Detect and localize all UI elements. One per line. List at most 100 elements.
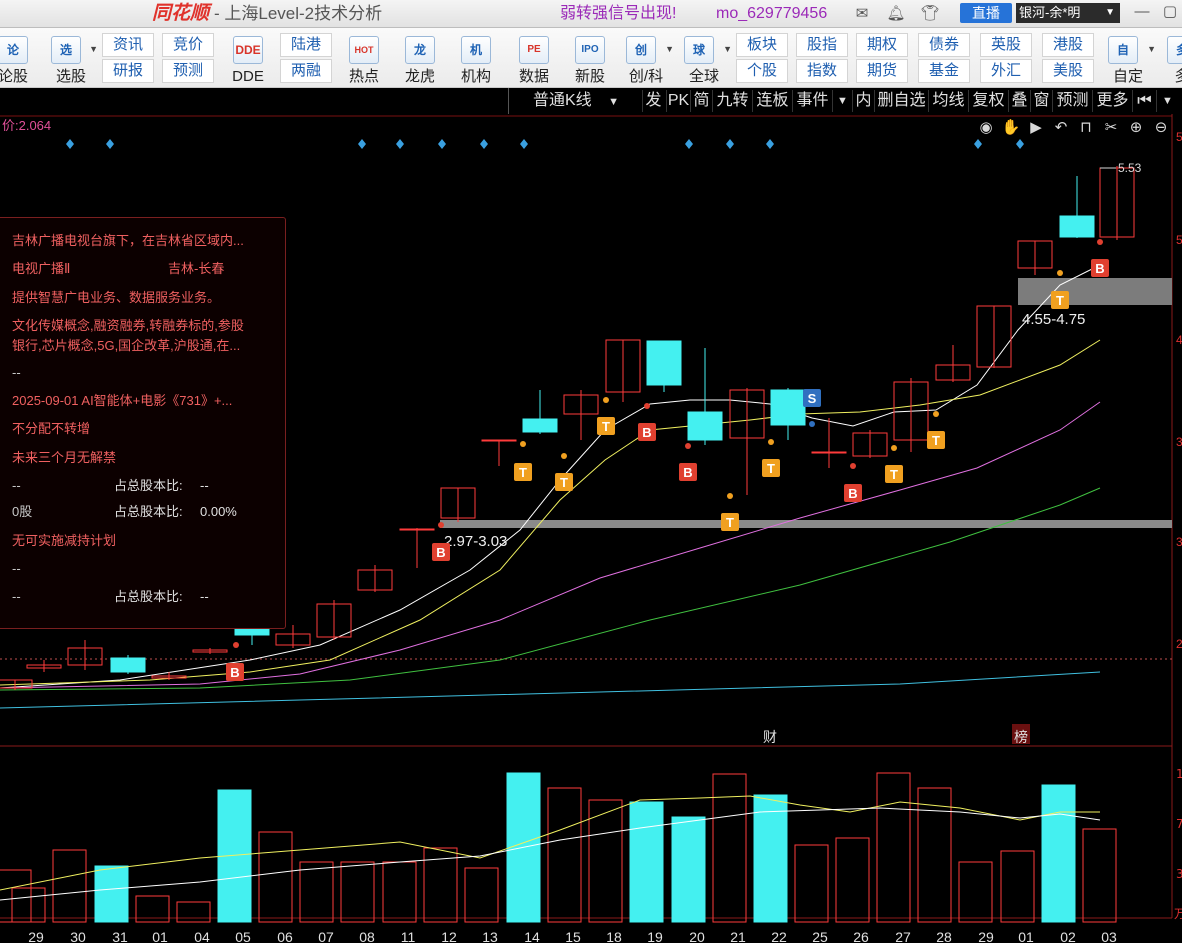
- toolbar-link-yuce[interactable]: 预测: [162, 59, 214, 83]
- toolbar-link-ganggu[interactable]: 港股: [1042, 33, 1094, 57]
- toolbar-link-zixun[interactable]: 资讯: [102, 33, 154, 57]
- date-label: 29: [978, 929, 994, 943]
- toolbar-link-zhaiquan[interactable]: 债券: [918, 33, 970, 57]
- candle-body: [770, 389, 806, 426]
- volume-axis-label: 万: [1174, 907, 1182, 921]
- toolbar-link-guzhi[interactable]: 股指: [796, 33, 848, 57]
- restore-icon[interactable]: ▢: [1160, 2, 1180, 22]
- toolbar-link-yinggu[interactable]: 英股: [980, 33, 1032, 57]
- kbar-item[interactable]: 窗: [1030, 90, 1052, 112]
- ma-line-5: [0, 671, 1101, 709]
- diamond-marker: [766, 139, 774, 149]
- holder-value: --: [12, 589, 21, 604]
- ipo-icon: IPO: [575, 36, 605, 64]
- kbar-item[interactable]: 复权: [968, 90, 1008, 112]
- candle-body: [234, 627, 270, 636]
- minimize-icon[interactable]: —: [1132, 2, 1152, 22]
- kbar-item[interactable]: 发: [642, 90, 664, 112]
- filter-icon: 选: [51, 36, 81, 64]
- hand-icon[interactable]: ✋: [1002, 118, 1021, 136]
- signal-dot: [520, 441, 526, 447]
- kbar-item[interactable]: 连板: [752, 90, 792, 112]
- toolbar-button-chuangke[interactable]: 创 ▼ 创/科: [618, 31, 674, 87]
- kbar-item[interactable]: 均线: [928, 90, 968, 112]
- volume-bar: [753, 794, 788, 923]
- toolbar-button-xuangu[interactable]: 选 ▼ 选股: [44, 31, 98, 87]
- diamond-marker: [726, 139, 734, 149]
- toolbar-link-zhishu[interactable]: 指数: [796, 59, 848, 83]
- toolbar-link-qiquan[interactable]: 期权: [856, 33, 908, 57]
- period-label: 普通K线: [532, 92, 592, 109]
- date-label: 07: [318, 929, 334, 943]
- date-label: 30: [70, 929, 86, 943]
- kbar-item[interactable]: 内: [852, 90, 874, 112]
- toolbar-link-meigu[interactable]: 美股: [1042, 59, 1094, 83]
- toolbar-button-shuju[interactable]: PE 数据: [508, 31, 560, 87]
- kbar-item[interactable]: PK: [666, 90, 690, 112]
- kbar-item[interactable]: 删自选: [874, 90, 928, 112]
- toolbar-link-jingjia[interactable]: 竞价: [162, 33, 214, 57]
- toolbar-button-duo[interactable]: 多多: [1158, 31, 1182, 87]
- play-icon[interactable]: ▶: [1030, 118, 1042, 136]
- kbar-item[interactable]: 简: [690, 90, 712, 112]
- shirt-icon[interactable]: 👕︎: [920, 4, 940, 24]
- event-news[interactable]: 2025-09-01 AI智能体+电影《731》+...: [12, 392, 232, 410]
- signal-badge-letter: T: [519, 465, 527, 480]
- date-label: 28: [936, 929, 952, 943]
- toolbar-link-waihui[interactable]: 外汇: [980, 59, 1032, 83]
- chevron-down-icon[interactable]: ▼: [1156, 90, 1178, 112]
- user-name[interactable]: mo_629779456: [716, 4, 827, 24]
- kbar-item[interactable]: 更多: [1092, 90, 1132, 112]
- toolbar-link-qihuo[interactable]: 期货: [856, 59, 908, 83]
- skip-start-icon[interactable]: ⏮: [1132, 90, 1156, 112]
- signal-alert[interactable]: 弱转强信号出现!: [560, 4, 676, 24]
- toolbar-button-xingu[interactable]: IPO 新股: [564, 31, 616, 87]
- toolbar-label: 机构: [460, 68, 491, 85]
- volume-bar: [588, 799, 623, 923]
- app-logo: 同花顺: [152, 2, 210, 24]
- signal-badge-letter: T: [602, 419, 610, 434]
- chevron-down-icon[interactable]: ▼: [832, 90, 852, 112]
- signal-dot: [603, 397, 609, 403]
- toolbar-button-lungu[interactable]: 论论股: [0, 31, 36, 87]
- kbar-item[interactable]: 预测: [1052, 90, 1092, 112]
- date-label: 31: [112, 929, 128, 943]
- divider: [508, 88, 509, 114]
- toolbar-link-liangrong[interactable]: 两融: [280, 59, 332, 83]
- toolbar-link-yanbao[interactable]: 研报: [102, 59, 154, 83]
- undo-icon[interactable]: ↶: [1055, 118, 1068, 136]
- kbar-item[interactable]: 九转: [712, 90, 752, 112]
- toolbar-link-lugang[interactable]: 陆港: [280, 33, 332, 57]
- live-button[interactable]: 直播: [960, 3, 1012, 23]
- stock-info-panel: 吉林广播电视台旗下，在吉林省区域内... 电视广播Ⅱ 吉林-长春 提供智慧广电业…: [0, 217, 286, 629]
- scissors-icon[interactable]: ✂: [1105, 118, 1118, 136]
- toolbar-link-jijin[interactable]: 基金: [918, 59, 970, 83]
- volume-bar: [547, 787, 582, 923]
- account-select[interactable]: 银河-余*明 ▼: [1016, 3, 1120, 23]
- volume-bar: [340, 861, 375, 923]
- toolbar-button-longhu[interactable]: 龙龙虎: [394, 31, 446, 87]
- signal-badge-letter: T: [767, 461, 775, 476]
- eye-icon[interactable]: ◉: [979, 118, 992, 136]
- lock-icon[interactable]: ⊓: [1080, 118, 1092, 136]
- account-label: 银河-余*明: [1019, 5, 1081, 20]
- toolbar-button-ziding[interactable]: 自 ▼ 自定: [1100, 31, 1156, 87]
- toolbar-button-dde[interactable]: DDE DDE: [222, 31, 274, 87]
- mail-icon[interactable]: ✉: [852, 4, 872, 24]
- zoom-in-icon[interactable]: ⊕: [1130, 118, 1143, 136]
- toolbar-button-redian[interactable]: HOT 热点: [338, 31, 390, 87]
- candle-body: [811, 451, 847, 454]
- toolbar-link-gegu[interactable]: 个股: [736, 59, 788, 83]
- kbar-item[interactable]: 叠: [1008, 90, 1030, 112]
- signal-dot: [644, 403, 650, 409]
- kbar-item[interactable]: 事件: [792, 90, 832, 112]
- bell-icon[interactable]: 🔔︎: [886, 4, 906, 24]
- customize-icon: 自: [1108, 36, 1138, 64]
- toolbar-button-quanqiu[interactable]: 球 ▼ 全球: [676, 31, 732, 87]
- toolbar-link-bankuai[interactable]: 板块: [736, 33, 788, 57]
- period-select[interactable]: 普通K线 ▼: [512, 90, 640, 112]
- date-label: 18: [606, 929, 622, 943]
- diamond-marker: [685, 139, 693, 149]
- zoom-out-icon[interactable]: ⊖: [1155, 118, 1168, 136]
- toolbar-button-jigou[interactable]: 机机构: [450, 31, 502, 87]
